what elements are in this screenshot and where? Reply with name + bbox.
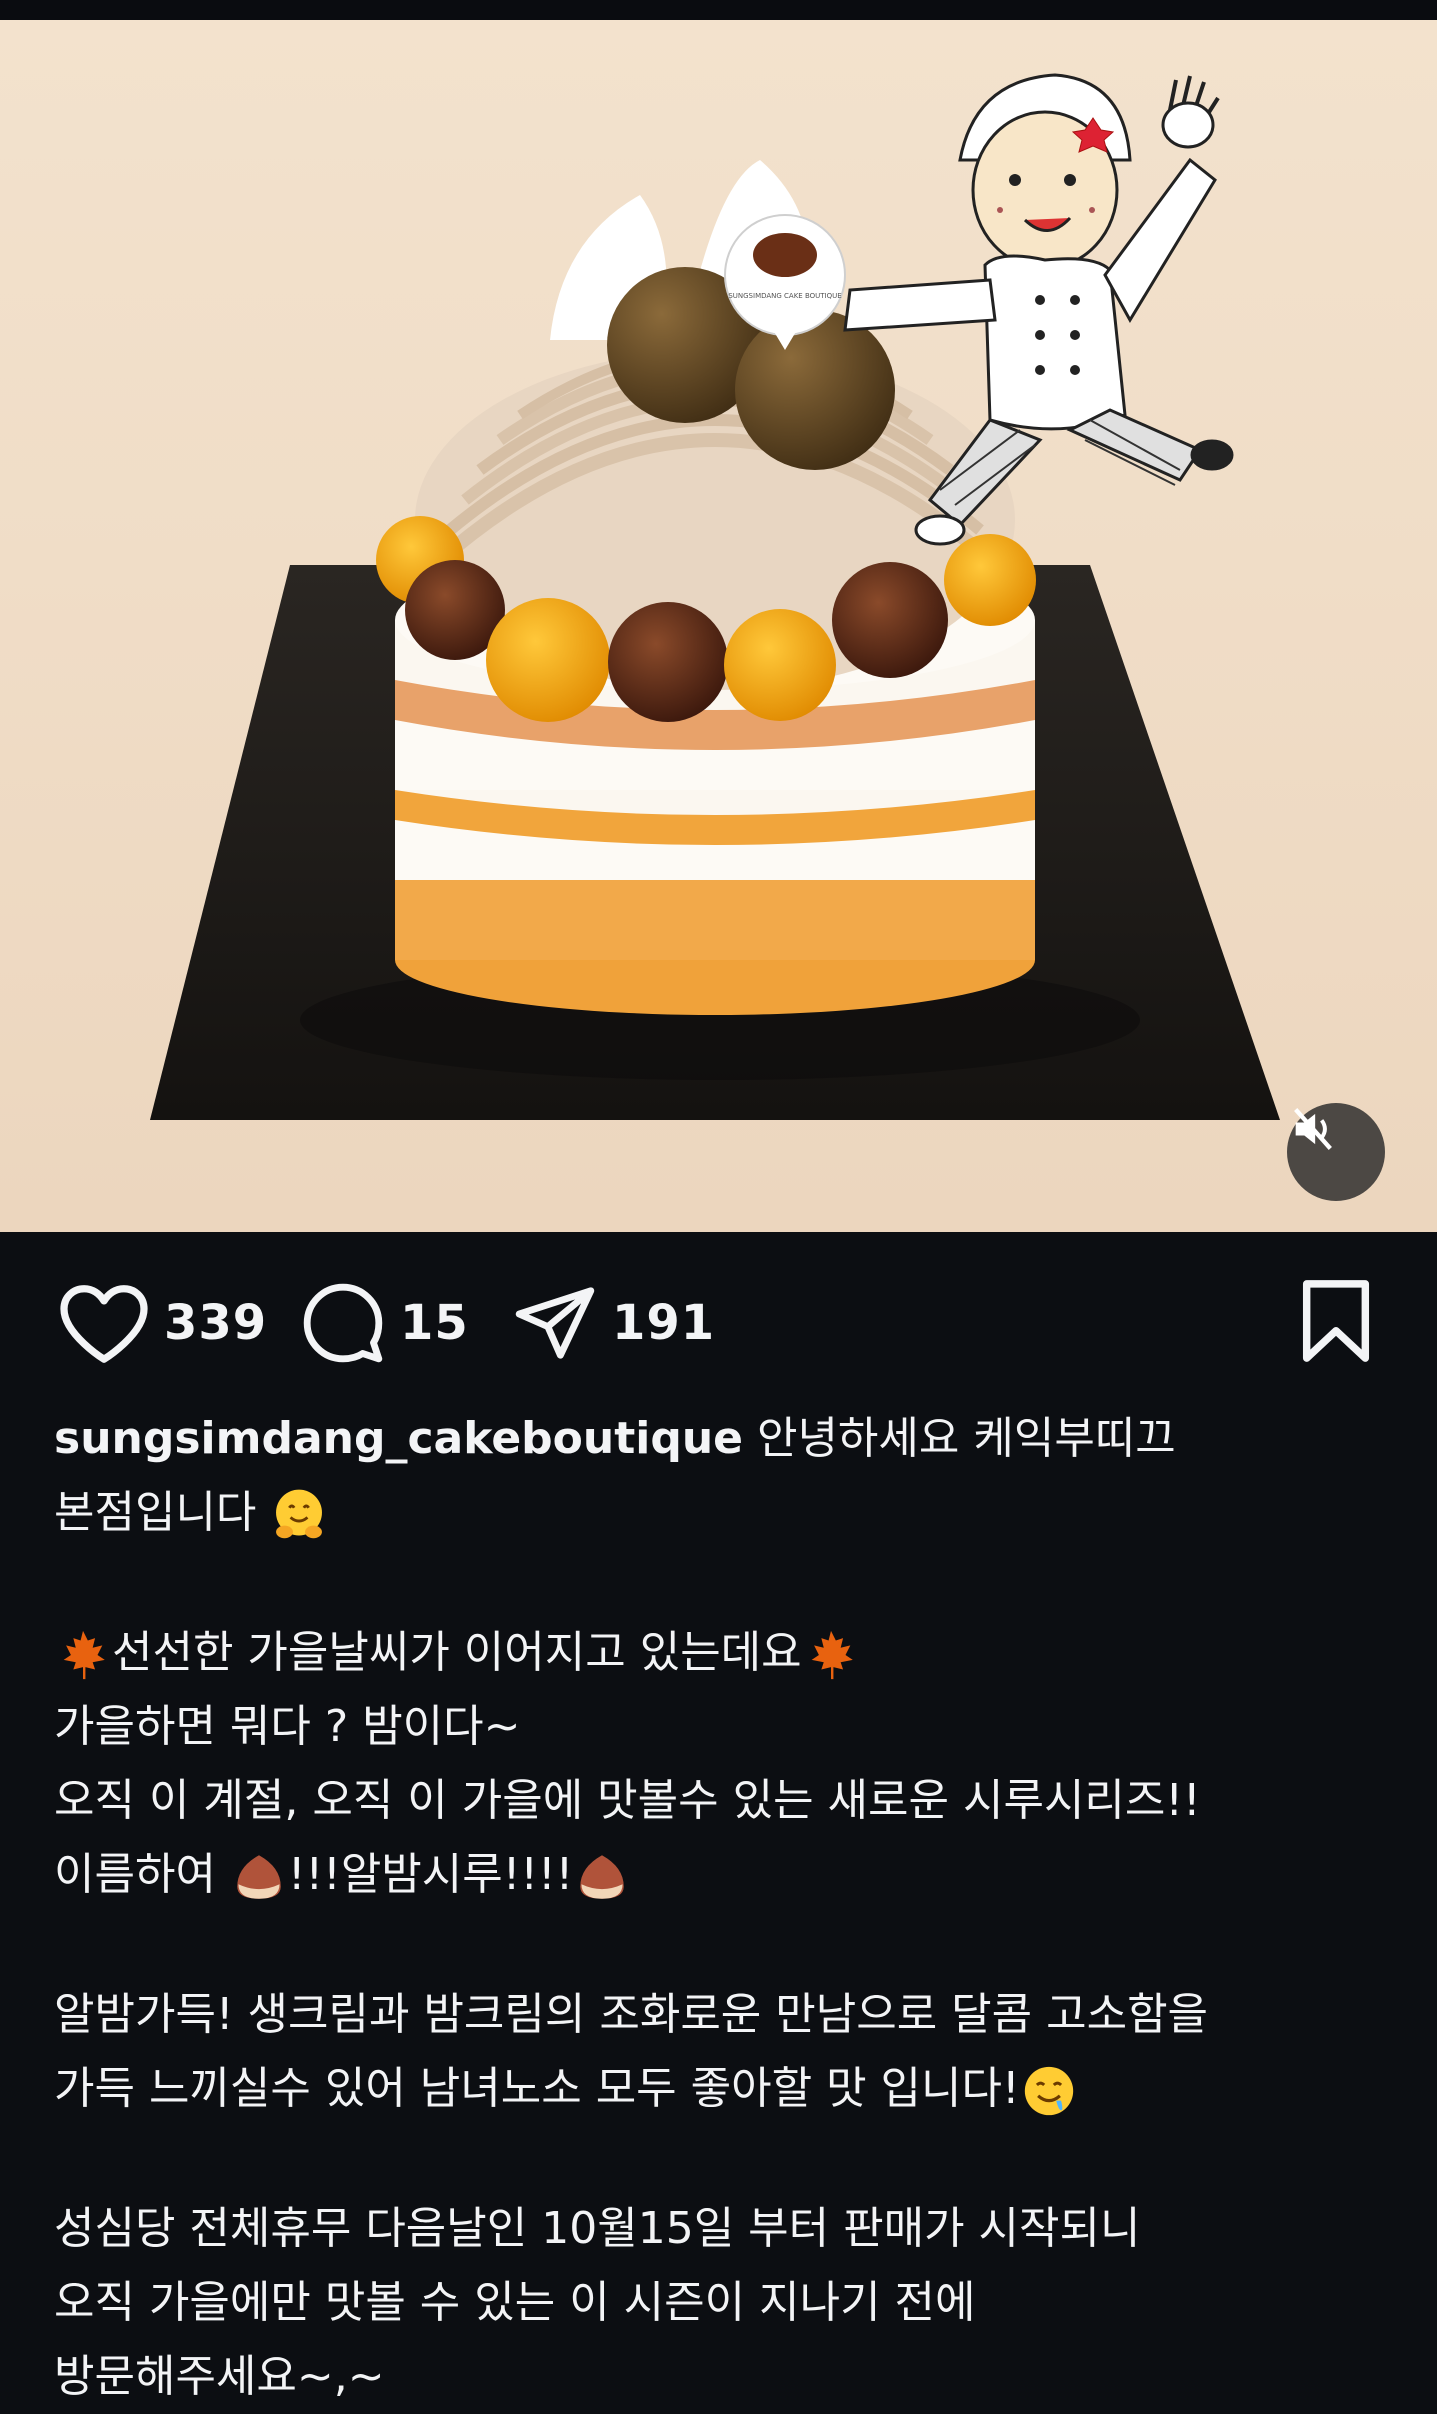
- post-media[interactable]: SUNGSIMDANG CAKE BOUTIQUE: [0, 20, 1437, 1232]
- caption-line: 가득 느끼실수 있어 남녀노소 모두 좋아할 맛 입니다!: [54, 2052, 1394, 2126]
- svg-text:SUNGSIMDANG CAKE BOUTIQUE: SUNGSIMDANG CAKE BOUTIQUE: [728, 292, 841, 300]
- like-count: 339: [164, 1295, 268, 1351]
- share-button[interactable]: 191: [512, 1280, 715, 1366]
- glazed-chestnut: [735, 310, 895, 470]
- post-caption: sungsimdang_cakeboutique 안녕하세요 케익부띠끄 본점입…: [54, 1402, 1394, 2414]
- status-bar: [0, 0, 1437, 20]
- comment-button[interactable]: 15: [300, 1280, 469, 1366]
- caption-line: 이름하여 !!!알밤시루!!!!: [54, 1838, 1394, 1912]
- maple-leaf-icon: [811, 1630, 853, 1680]
- post-username[interactable]: sungsimdang_cakeboutique: [54, 1413, 743, 1464]
- speaker-muted-icon: [1294, 1108, 1332, 1150]
- caption-line: 선선한 가을날씨가 이어지고 있는데요: [54, 1616, 1394, 1690]
- caption-line: 가을하면 뭐다 ? 밤이다~: [54, 1701, 521, 1752]
- share-count: 191: [612, 1295, 716, 1351]
- like-button[interactable]: 339: [58, 1280, 267, 1366]
- save-button[interactable]: [1296, 1278, 1376, 1364]
- caption-line: 오직 가을에만 맛볼 수 있는 이 시즌이 지나기 전에: [54, 2277, 976, 2328]
- comment-count: 15: [400, 1295, 469, 1351]
- cake-illustration: SUNGSIMDANG CAKE BOUTIQUE: [150, 73, 1280, 1120]
- chestnut-icon: [237, 1855, 281, 1899]
- comment-bubble-icon: [303, 1283, 383, 1363]
- caption-line: sungsimdang_cakeboutique 안녕하세요 케익부띠끄: [54, 1413, 1176, 1464]
- post-actions-bar: 339 15 191: [0, 1232, 1437, 1402]
- caption-line: 성심당 전체휴무 다음날인 10월15일 부터 판매가 시작되니: [54, 2203, 1141, 2254]
- heart-icon: [60, 1285, 148, 1363]
- caption-line: 오직 이 계절, 오직 이 가을에 맛볼수 있는 새로운 시루시리즈!!: [54, 1775, 1201, 1826]
- drooling-face-emoji-icon: [1024, 2066, 1073, 2116]
- chestnut-icon: [580, 1855, 625, 1899]
- caption-line: 본점입니다: [54, 1476, 1394, 1550]
- paper-plane-icon: [515, 1287, 595, 1359]
- maple-leaf-icon: [63, 1630, 105, 1680]
- caption-line: 알밤가득! 생크림과 밤크림의 조화로운 만남으로 달콤 고소함을: [54, 1989, 1209, 2040]
- bookmark-icon: [1302, 1280, 1370, 1362]
- caption-line: 방문해주세요~,~: [54, 2351, 385, 2402]
- hugging-face-emoji-icon: [276, 1489, 323, 1539]
- mute-toggle-button[interactable]: [1287, 1103, 1385, 1201]
